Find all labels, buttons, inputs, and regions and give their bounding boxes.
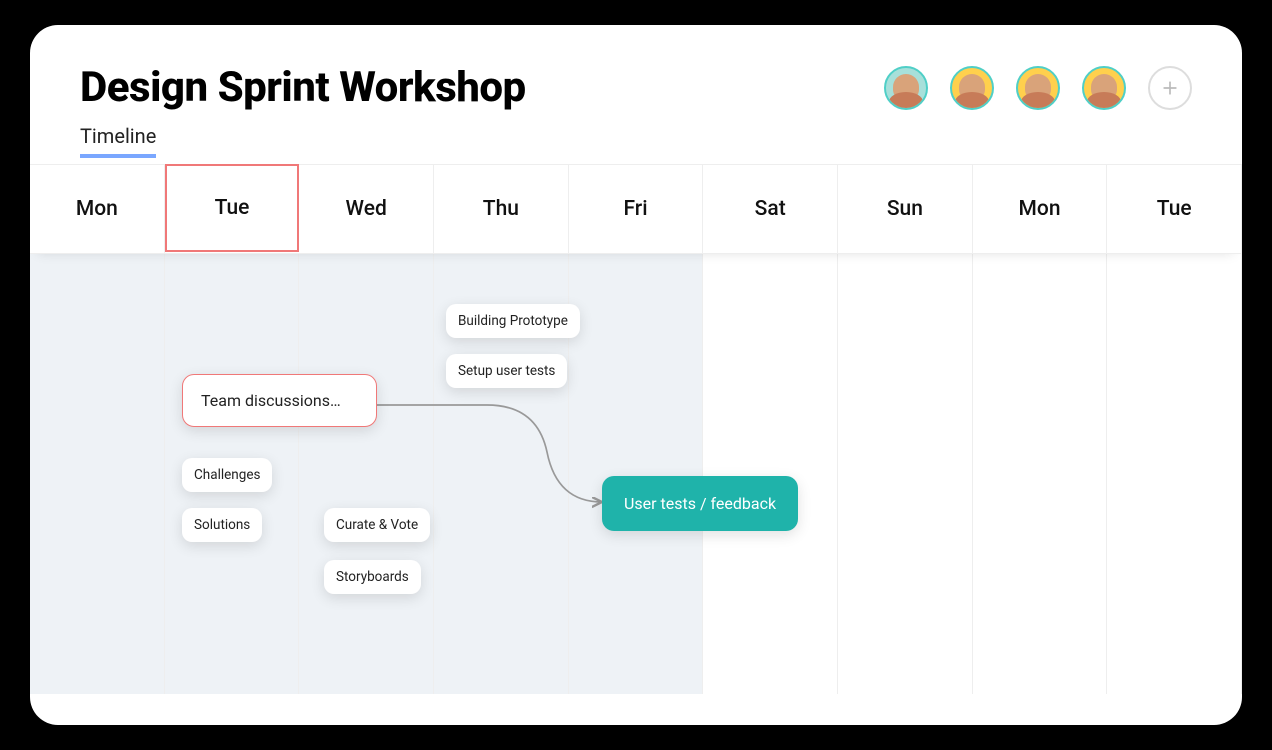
card-building-prototype[interactable]: Building Prototype bbox=[446, 304, 580, 338]
day-header-sat[interactable]: Sat bbox=[703, 165, 838, 253]
day-header-mon2[interactable]: Mon bbox=[973, 165, 1108, 253]
card-challenges[interactable]: Challenges bbox=[182, 458, 272, 492]
card-solutions[interactable]: Solutions bbox=[182, 508, 262, 542]
avatar[interactable] bbox=[950, 66, 994, 110]
avatar[interactable] bbox=[1082, 66, 1126, 110]
avatar[interactable] bbox=[884, 66, 928, 110]
day-header-tue2[interactable]: Tue bbox=[1107, 165, 1242, 253]
tab-timeline[interactable]: Timeline bbox=[80, 124, 156, 158]
day-header-fri[interactable]: Fri bbox=[569, 165, 704, 253]
card-team-discussions[interactable]: Team discussions… bbox=[182, 374, 377, 427]
day-header-wed[interactable]: Wed bbox=[299, 165, 434, 253]
day-column bbox=[299, 254, 434, 694]
day-column bbox=[703, 254, 838, 694]
day-column bbox=[838, 254, 973, 694]
timeline-body[interactable]: Team discussions… Challenges Solutions C… bbox=[30, 254, 1242, 694]
page-title: Design Sprint Workshop bbox=[80, 63, 526, 112]
add-user-button[interactable] bbox=[1148, 66, 1192, 110]
day-header-tue-current[interactable]: Tue bbox=[165, 164, 300, 252]
header: Design Sprint Workshop bbox=[30, 25, 1242, 112]
day-column bbox=[569, 254, 704, 694]
card-storyboards[interactable]: Storyboards bbox=[324, 560, 421, 594]
day-column bbox=[1107, 254, 1242, 694]
day-header-sun[interactable]: Sun bbox=[838, 165, 973, 253]
day-header-mon[interactable]: Mon bbox=[30, 165, 165, 253]
card-setup-user-tests[interactable]: Setup user tests bbox=[446, 354, 567, 388]
day-column bbox=[973, 254, 1108, 694]
timeline-day-header: Mon Tue Wed Thu Fri Sat Sun Mon Tue bbox=[30, 164, 1242, 254]
day-column bbox=[30, 254, 165, 694]
card-user-tests-feedback[interactable]: User tests / feedback bbox=[602, 476, 798, 531]
app-window: Design Sprint Workshop Timeline Mon Tue … bbox=[30, 25, 1242, 725]
tabs: Timeline bbox=[30, 112, 1242, 158]
avatar[interactable] bbox=[1016, 66, 1060, 110]
plus-icon bbox=[1160, 78, 1180, 98]
card-curate-vote[interactable]: Curate & Vote bbox=[324, 508, 430, 542]
avatar-list bbox=[884, 66, 1192, 110]
day-header-thu[interactable]: Thu bbox=[434, 165, 569, 253]
